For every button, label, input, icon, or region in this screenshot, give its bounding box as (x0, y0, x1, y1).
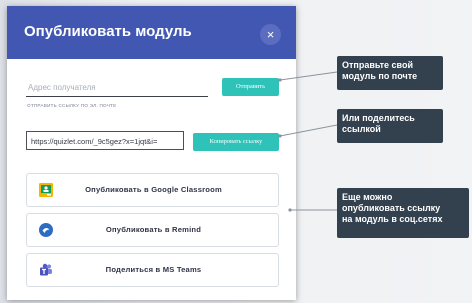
callout-social: Еще можно опубликовать ссылку на модуль … (337, 188, 469, 238)
leader-dot (278, 134, 282, 138)
callout-email: Отправьте свой модуль по почте (337, 56, 443, 90)
callout-text: Отправьте свой модуль по почте (342, 60, 418, 81)
leader-line (279, 124, 338, 137)
callout-text: Еще можно опубликовать ссылку на модуль … (342, 192, 443, 224)
leader-line (279, 71, 338, 81)
leader-dot (288, 208, 292, 212)
callout-leader-lines (278, 71, 338, 212)
leader-dot (278, 78, 282, 82)
callout-link: Или поделитесь ссылкой (337, 109, 443, 143)
callout-text: Или поделитесь ссылкой (342, 113, 415, 134)
